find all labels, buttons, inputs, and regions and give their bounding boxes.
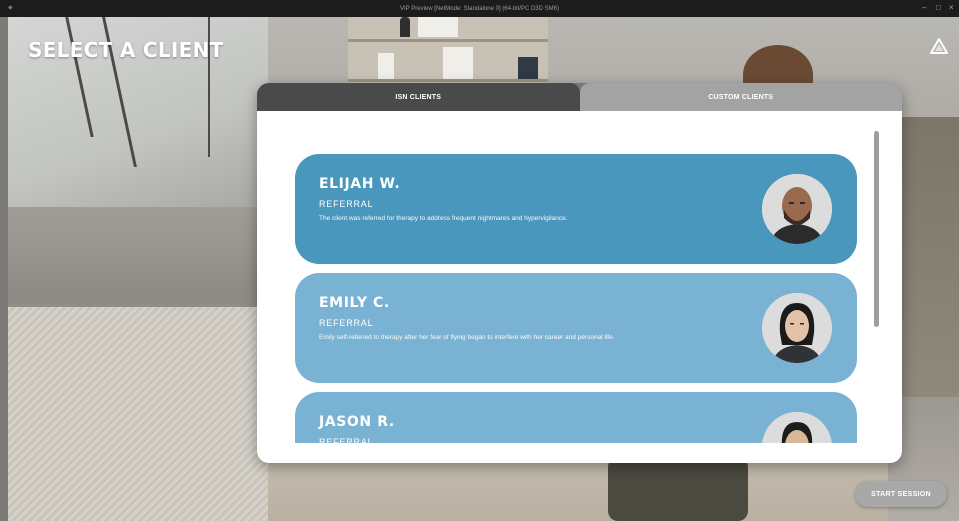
male-portrait-icon: [762, 174, 832, 244]
scene-wall: [898, 117, 959, 397]
close-button[interactable]: ×: [949, 3, 954, 13]
app-icon: ◆: [8, 5, 13, 11]
shelf-vase: [400, 17, 410, 37]
shelf-frame: [518, 57, 538, 79]
window-title-bar: ◆ VIP Preview [NetMode: Standalone 0] (6…: [0, 0, 959, 17]
client-list: ELIJAH W. REFERRAL The client was referr…: [295, 154, 857, 443]
shelf-books: [418, 17, 458, 37]
minimize-button[interactable]: –: [922, 3, 926, 13]
shelf-books: [443, 47, 473, 79]
start-session-button[interactable]: START SESSION: [855, 481, 947, 507]
tab-custom-clients[interactable]: CUSTOM CLIENTS: [579, 83, 902, 111]
client-list-scrollbar[interactable]: [874, 131, 879, 327]
window-title: VIP Preview [NetMode: Standalone 0] (64-…: [400, 5, 559, 12]
maximize-button[interactable]: □: [936, 3, 941, 13]
shelf-books: [378, 53, 394, 79]
scene-bookshelf: [348, 17, 548, 83]
female-portrait-icon: [762, 293, 832, 363]
client-selection-panel: ISN CLIENTS CUSTOM CLIENTS ELIJAH W. REF…: [257, 83, 902, 463]
shelf-plank: [348, 39, 548, 42]
client-tabs: ISN CLIENTS CUSTOM CLIENTS: [257, 83, 902, 111]
triangle-nodes-icon: [930, 38, 948, 54]
client-card-emily[interactable]: EMILY C. REFERRAL Emily self-referred to…: [295, 273, 857, 383]
shelf-plank: [348, 79, 548, 82]
page-title: SELECT A CLIENT: [28, 38, 224, 62]
client-card-jason[interactable]: JASON R. REFERRAL: [295, 392, 857, 443]
client-card-elijah[interactable]: ELIJAH W. REFERRAL The client was referr…: [295, 154, 857, 264]
scene-person-legs: [608, 457, 748, 521]
tab-isn-clients[interactable]: ISN CLIENTS: [257, 83, 580, 111]
